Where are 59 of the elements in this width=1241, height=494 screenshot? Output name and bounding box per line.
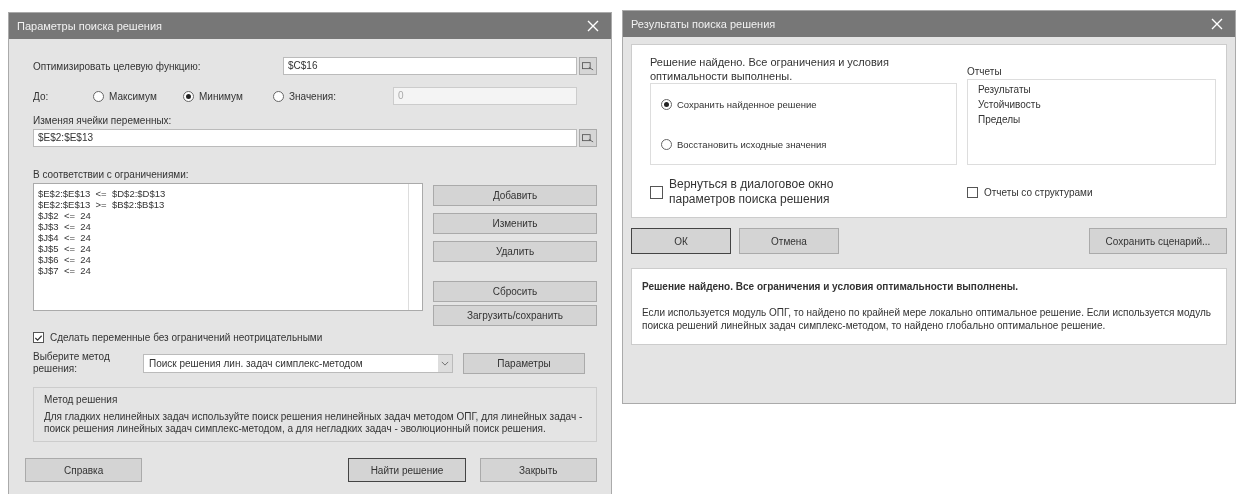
constraint-button[interactable]: Добавить bbox=[433, 185, 597, 206]
constraint-button[interactable]: Изменить bbox=[433, 213, 597, 234]
close-icon[interactable] bbox=[587, 20, 599, 32]
constraint-item[interactable]: $J$3 <= 24 bbox=[38, 221, 418, 232]
radio-label[interactable]: Значения: bbox=[289, 90, 336, 102]
method-label: Выберите метод решения: bbox=[33, 351, 111, 375]
range-select-button[interactable] bbox=[579, 57, 597, 75]
outline-checkbox[interactable]: Отчеты со структурами bbox=[967, 186, 1093, 198]
report-item[interactable]: Устойчивость bbox=[978, 97, 1205, 112]
dialog-button[interactable]: Закрыть bbox=[479, 458, 597, 482]
constraint-button[interactable]: Сбросить bbox=[433, 281, 597, 302]
range-select-button[interactable] bbox=[579, 129, 597, 147]
save-scenario-button[interactable]: Сохранить сценарий... bbox=[1089, 228, 1227, 254]
method-description: Для гладких нелинейных задач используйте поиск решения нелинейных задач методом ОПГ, для линейных задач - поиск решения линейных задач симплекс-методом, а для негладких задач - эволюционный поиск решения. bbox=[44, 411, 584, 435]
options-button[interactable]: Параметры bbox=[463, 352, 585, 374]
range-icon bbox=[582, 133, 594, 143]
radio-button[interactable] bbox=[273, 90, 284, 102]
method-dropdown[interactable]: Поиск решения лин. задач симплекс-методом bbox=[143, 353, 453, 373]
nonnegative-checkbox[interactable]: Сделать переменные без ограничений неотрицательными bbox=[33, 332, 597, 343]
constraint-item[interactable]: $E$2:$E$13 >= $B$2:$B$13 bbox=[38, 199, 418, 210]
close-icon[interactable] bbox=[1211, 18, 1223, 30]
report-item[interactable]: Пределы bbox=[978, 112, 1205, 127]
radio-label[interactable]: Максимум bbox=[109, 90, 157, 102]
window-title: Параметры поиска решения bbox=[17, 20, 162, 32]
radio-button[interactable] bbox=[661, 98, 672, 110]
objective-field[interactable]: $C$16 bbox=[283, 57, 577, 75]
radio-button[interactable] bbox=[183, 90, 194, 102]
chevron-down-icon bbox=[441, 360, 449, 366]
constraint-item[interactable]: $J$6 <= 24 bbox=[38, 254, 418, 265]
info-text: Если используется модуль ОПГ, то найдено по крайней мере локально оптимальное решение. Если используется модуль поиска решений линейных задач симплекс-методом, то найдено глобально оптимальное решение. bbox=[642, 306, 1212, 332]
variables-label: Изменяя ячейки переменных: bbox=[33, 115, 173, 126]
info-title: Решение найдено. Все ограничения и условия оптимальности выполнены. bbox=[642, 281, 1020, 292]
radio-label[interactable]: Восстановить исходные значения bbox=[677, 138, 827, 150]
radio-button[interactable] bbox=[93, 90, 104, 102]
range-icon bbox=[582, 61, 594, 71]
constraint-item[interactable]: $J$5 <= 24 bbox=[38, 243, 418, 254]
method-title: Метод решения bbox=[44, 394, 119, 405]
constraint-item[interactable]: $J$4 <= 24 bbox=[38, 232, 418, 243]
radio-button[interactable] bbox=[661, 138, 672, 150]
constraint-item[interactable]: $E$2:$E$13 <= $D$2:$D$13 bbox=[38, 188, 418, 199]
radio-label[interactable]: Сохранить найденное решение bbox=[677, 98, 817, 110]
dialog-button[interactable]: Отмена bbox=[739, 228, 839, 254]
constraint-item[interactable]: $J$7 <= 24 bbox=[38, 265, 418, 276]
constraint-item[interactable]: $J$2 <= 24 bbox=[38, 210, 418, 221]
dialog-button[interactable]: Найти решение bbox=[348, 458, 466, 482]
window-title: Результаты поиска решения bbox=[631, 18, 776, 30]
constraint-button[interactable]: Удалить bbox=[433, 241, 597, 262]
constraints-label: В соответствии с ограничениями: bbox=[33, 169, 190, 180]
objective-label: Оптимизировать целевую функцию: bbox=[33, 60, 202, 72]
variables-field[interactable]: $E$2:$E$13 bbox=[33, 129, 577, 147]
return-checkbox[interactable]: Вернуться в диалоговое окно параметров поиска решения bbox=[650, 177, 947, 207]
report-item[interactable]: Результаты bbox=[978, 82, 1205, 97]
reports-label: Отчеты bbox=[967, 66, 1003, 77]
dialog-button[interactable]: Справка bbox=[25, 458, 143, 482]
radio-label[interactable]: Минимум bbox=[199, 90, 243, 102]
result-message: Решение найдено. Все ограничения и условия оптимальности выполнены. bbox=[650, 55, 890, 83]
to-label: До: bbox=[33, 90, 50, 102]
dialog-button[interactable]: ОК bbox=[631, 228, 731, 254]
constraint-button[interactable]: Загрузить/сохранить bbox=[433, 305, 597, 326]
